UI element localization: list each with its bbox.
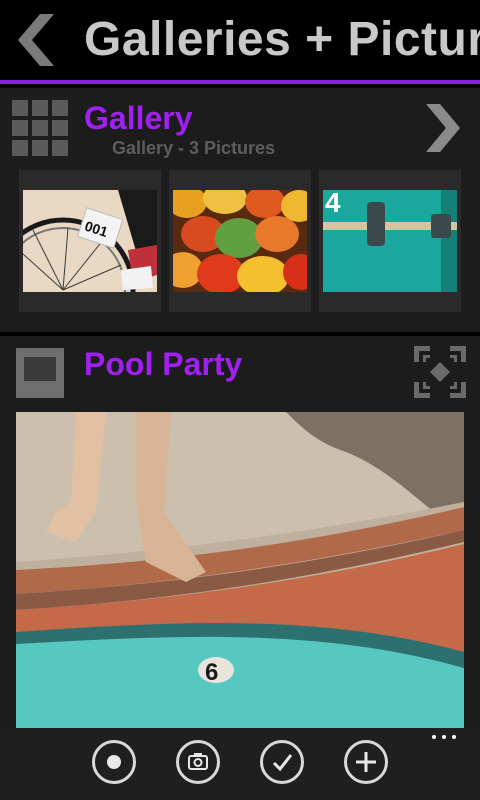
application-bar bbox=[0, 728, 480, 800]
gallery-thumbnail-door[interactable]: 4 bbox=[319, 170, 461, 312]
gallery-thumbnail-mangoes[interactable] bbox=[169, 170, 311, 312]
picture-title: Pool Party bbox=[84, 346, 243, 382]
gallery-section[interactable]: Gallery Gallery - 3 Pictures 001 4 bbox=[0, 88, 480, 332]
page-title: Galleries + Pictures bbox=[84, 13, 480, 66]
header-accent-line bbox=[0, 80, 480, 84]
mangoes-picture bbox=[173, 190, 307, 292]
back-arrow-icon[interactable] bbox=[14, 14, 58, 66]
gallery-subtitle: Gallery - 3 Pictures bbox=[112, 138, 276, 158]
page-header: Galleries + Pictures bbox=[0, 0, 480, 80]
gallery-title: Gallery bbox=[84, 100, 193, 136]
door-picture: 4 bbox=[323, 190, 457, 292]
picture-section[interactable]: Pool Party 6 bbox=[0, 336, 480, 728]
record-icon[interactable] bbox=[92, 740, 136, 784]
gallery-grid-icon bbox=[12, 100, 68, 156]
chevron-right-icon[interactable] bbox=[420, 104, 462, 152]
more-icon[interactable] bbox=[430, 732, 460, 742]
pool-party-picture[interactable]: 6 bbox=[16, 412, 464, 728]
pool-depth-number: 6 bbox=[205, 659, 218, 686]
camera-icon[interactable] bbox=[176, 740, 220, 784]
check-icon[interactable] bbox=[260, 740, 304, 784]
expand-icon[interactable] bbox=[414, 346, 466, 398]
single-picture-icon bbox=[16, 348, 64, 398]
gallery-thumbnail-bike[interactable]: 001 bbox=[19, 170, 161, 312]
bike-picture: 001 bbox=[23, 190, 157, 292]
door-number-label: 4 bbox=[325, 190, 341, 218]
add-icon[interactable] bbox=[344, 740, 388, 784]
